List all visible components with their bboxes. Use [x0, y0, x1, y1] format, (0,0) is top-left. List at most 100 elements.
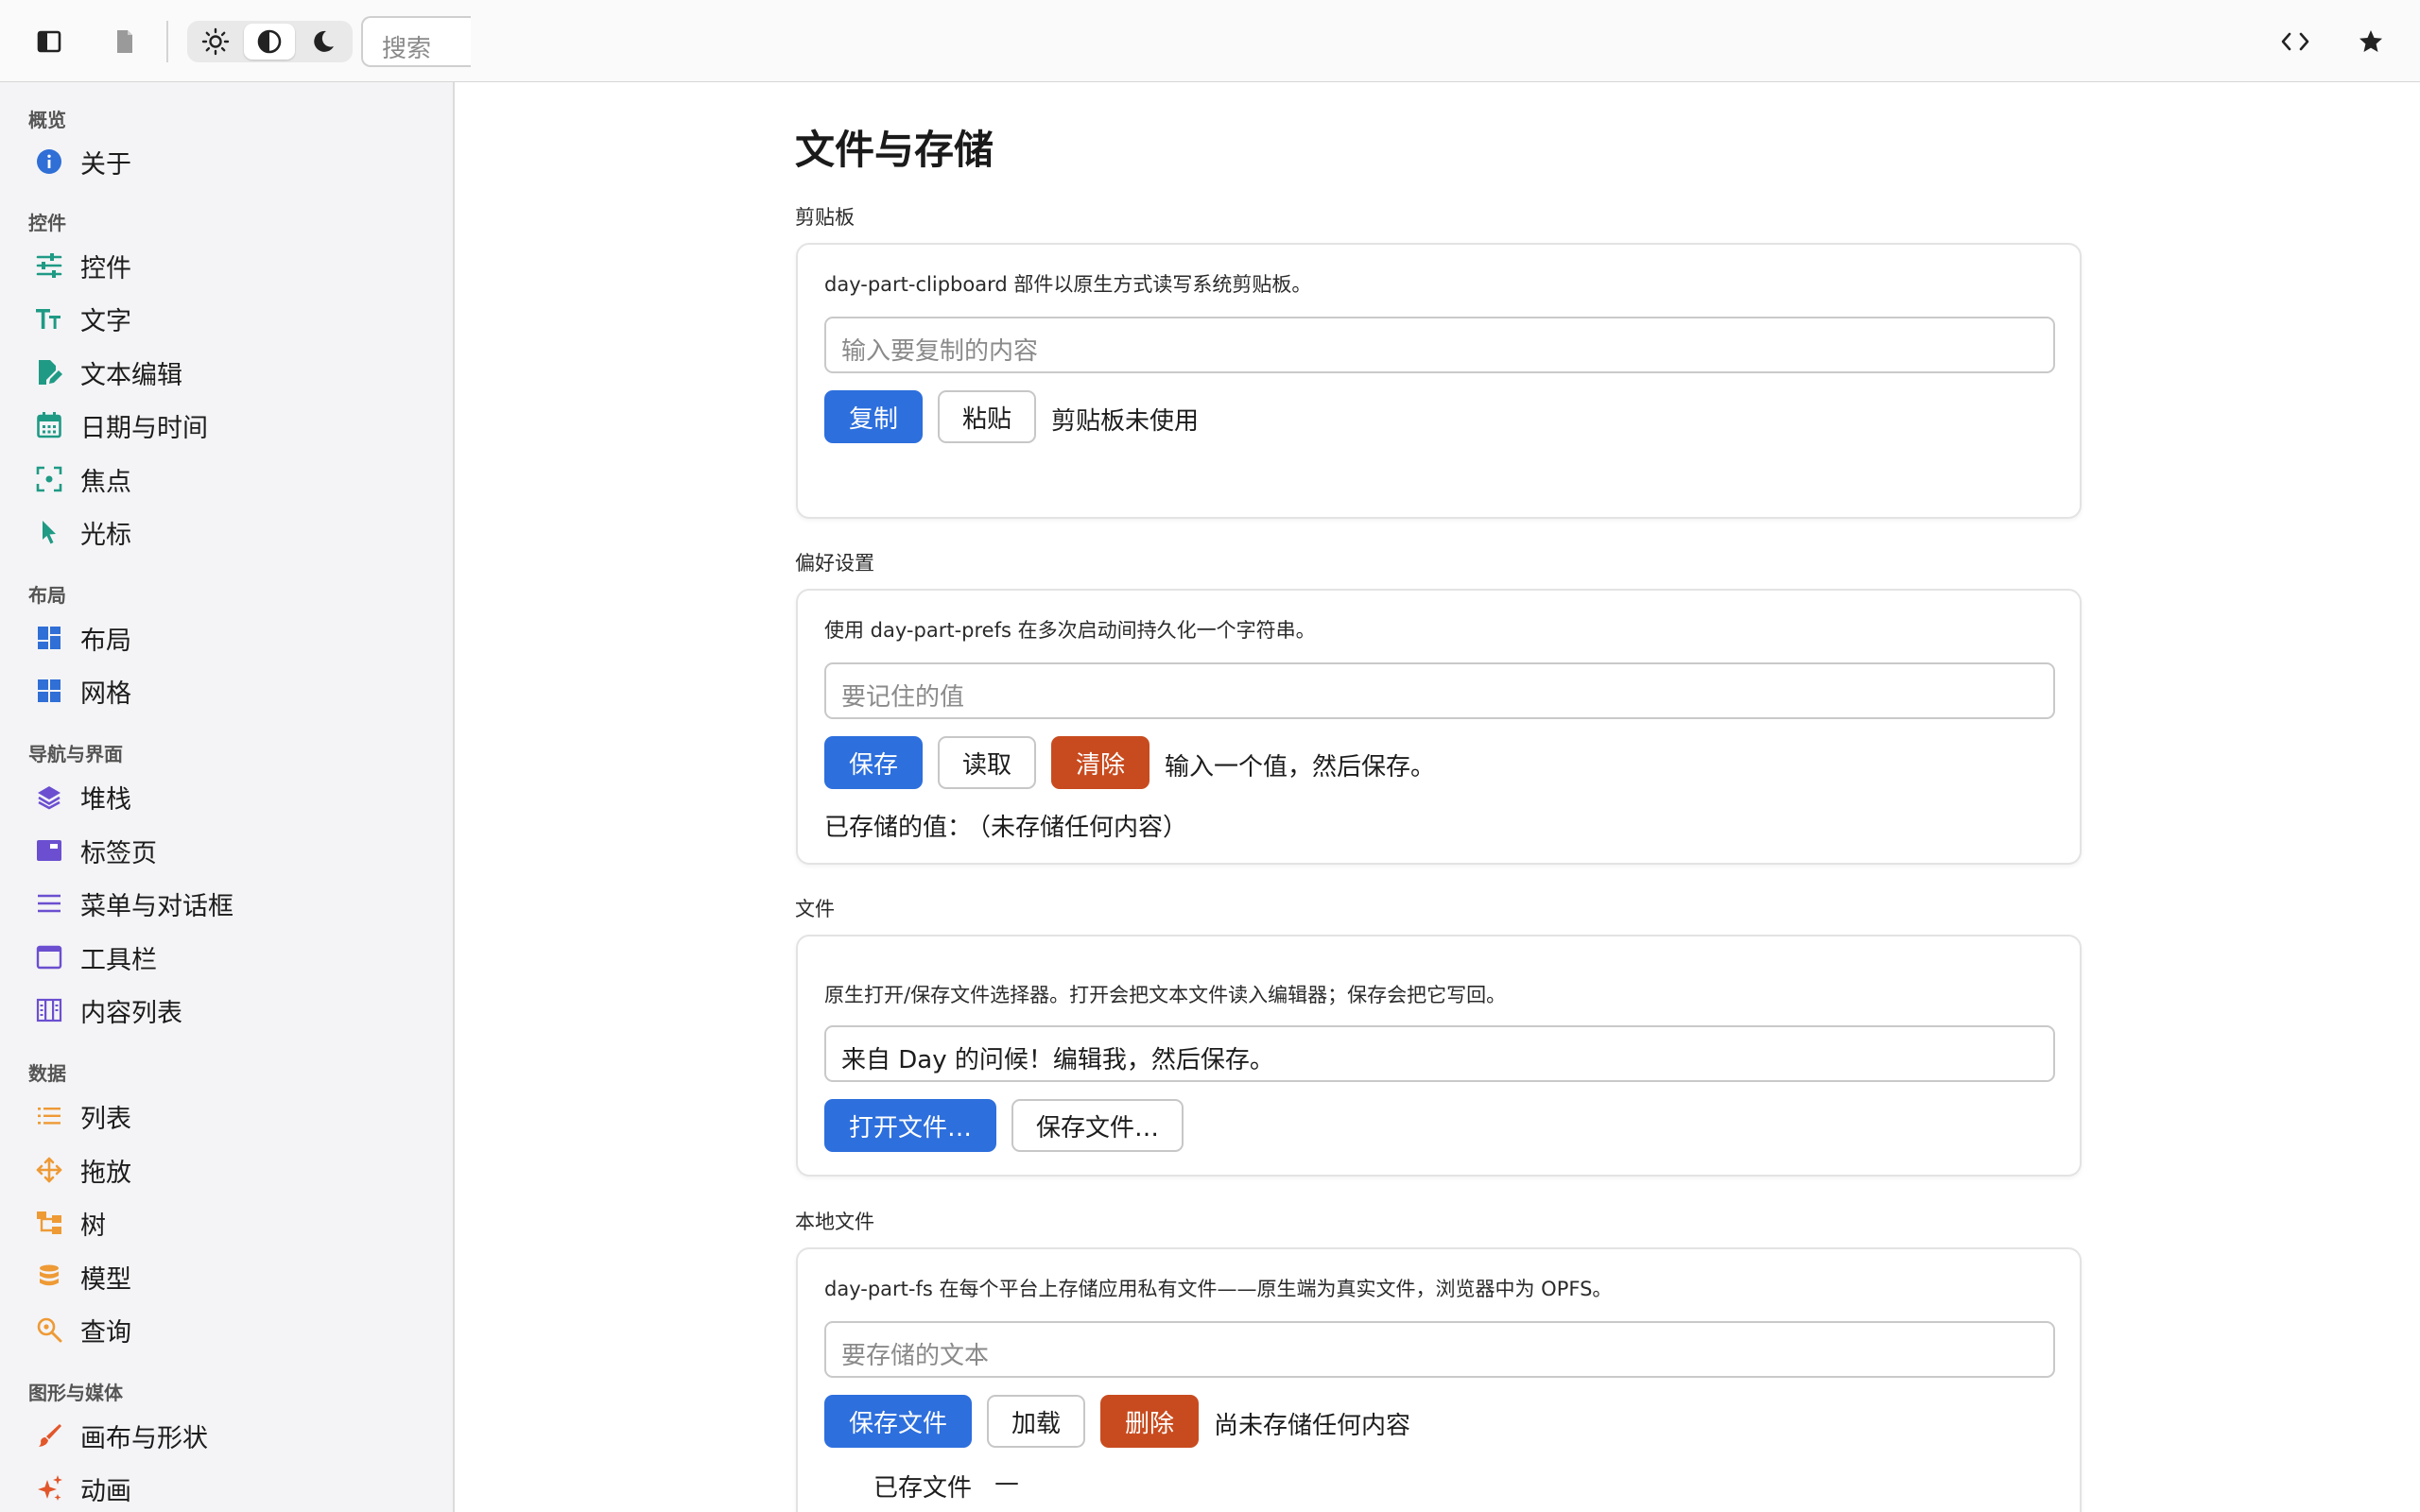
- local-file-input[interactable]: 要存储的文本: [824, 1321, 2055, 1378]
- sidebar-item-label: 模型: [80, 1264, 131, 1295]
- view-source-button[interactable]: [2269, 15, 2322, 68]
- star-icon: [2360, 30, 2382, 52]
- sidebar-item-cursor[interactable]: 光标: [25, 508, 431, 556]
- sidebar-item-text[interactable]: 文字: [25, 295, 431, 342]
- saved-file-label: 已存文件: [873, 1474, 973, 1503]
- light-theme-button[interactable]: [190, 24, 241, 60]
- sidebar-section-navigation: 导航与界面: [28, 743, 123, 765]
- sidebar-item-animation[interactable]: 动画: [25, 1465, 431, 1512]
- prefs-load-button[interactable]: 读取: [938, 736, 1036, 789]
- sidebar-toggle-icon: [37, 30, 61, 53]
- local-files-status: 尚未存储任何内容: [1214, 1412, 1411, 1440]
- menu-icon: [25, 880, 74, 927]
- local-load-button[interactable]: 加载: [987, 1395, 1085, 1448]
- prefs-card: 使用 day-part-prefs 在多次启动间持久化一个字符串。 要记住的值 …: [796, 589, 2082, 865]
- document-button[interactable]: [98, 15, 151, 68]
- sidebar-item-label: 日期与时间: [80, 413, 208, 443]
- toolbar-divider: [166, 21, 168, 62]
- files-card: 原生打开/保存文件选择器。打开会把文本文件读入编辑器；保存会把它写回。 来自 D…: [796, 935, 2082, 1177]
- sidebar-item-label: 标签页: [80, 838, 157, 868]
- info-icon: [25, 138, 74, 185]
- sidebar-item-stack[interactable]: 堆栈: [25, 773, 431, 820]
- sidebar: 概览 关于 控件 控件 文字 文本编辑 日期与时间 焦点 光标 布局 布局 网格…: [0, 82, 455, 1512]
- stored-value-label: 已存储的值：: [824, 814, 973, 842]
- cursor-icon: [25, 508, 74, 556]
- sidebar-item-grid[interactable]: 网格: [25, 667, 431, 714]
- window-icon: [25, 934, 74, 981]
- files-heading: 文件: [795, 898, 835, 920]
- sidebar-item-label: 焦点: [80, 467, 131, 497]
- dashboard-icon: [25, 614, 74, 662]
- sidebar-item-label: 堆栈: [80, 784, 131, 815]
- sidebar-item-label: 列表: [80, 1104, 131, 1134]
- sparkle-icon: [25, 1465, 74, 1512]
- paste-button[interactable]: 粘贴: [938, 390, 1036, 443]
- local-save-button[interactable]: 保存文件: [824, 1395, 972, 1448]
- clipboard-card: day-part-clipboard 部件以原生方式读写系统剪贴板。 输入要复制…: [796, 243, 2082, 519]
- calendar-icon: [25, 402, 74, 449]
- save-file-as-button[interactable]: 保存文件…: [1011, 1099, 1184, 1152]
- copy-button[interactable]: 复制: [824, 390, 923, 443]
- theme-switcher: [187, 21, 353, 62]
- tree-icon: [25, 1199, 74, 1246]
- sidebar-item-tabs[interactable]: 标签页: [25, 827, 431, 874]
- clipboard-input[interactable]: 输入要复制的内容: [824, 317, 2055, 373]
- prefs-clear-button[interactable]: 清除: [1051, 736, 1150, 789]
- tab-icon: [25, 827, 74, 874]
- layers-icon: [25, 773, 74, 820]
- sidebar-section-data: 数据: [28, 1062, 66, 1085]
- sidebar-toggle-button[interactable]: [23, 15, 76, 68]
- sidebar-item-layout[interactable]: 布局: [25, 614, 431, 662]
- sliders-icon: [25, 242, 74, 289]
- sidebar-item-model[interactable]: 模型: [25, 1253, 431, 1300]
- prefs-heading: 偏好设置: [795, 552, 874, 575]
- prefs-description: 使用 day-part-prefs 在多次启动间持久化一个字符串。: [824, 619, 1316, 642]
- sidebar-item-toolbar[interactable]: 工具栏: [25, 934, 431, 981]
- sidebar-item-canvas-shapes[interactable]: 画布与形状: [25, 1412, 431, 1459]
- search-input[interactable]: 搜索: [361, 16, 471, 67]
- sidebar-item-content-list[interactable]: 内容列表: [25, 987, 431, 1034]
- sidebar-item-date-time[interactable]: 日期与时间: [25, 402, 431, 449]
- sidebar-item-label: 树: [80, 1211, 106, 1241]
- auto-theme-button[interactable]: [244, 24, 295, 60]
- local-delete-button[interactable]: 删除: [1100, 1395, 1199, 1448]
- clipboard-description: day-part-clipboard 部件以原生方式读写系统剪贴板。: [824, 273, 1312, 296]
- focus-icon: [25, 455, 74, 503]
- file-content-input[interactable]: 来自 Day 的问候！编辑我，然后保存。: [824, 1025, 2055, 1082]
- view-columns-icon: [25, 987, 74, 1034]
- sidebar-item-label: 文本编辑: [80, 360, 182, 390]
- sidebar-item-label: 光标: [80, 520, 131, 550]
- sun-icon: [201, 27, 230, 56]
- saved-file-value: —: [994, 1469, 1019, 1497]
- prefs-save-button[interactable]: 保存: [824, 736, 923, 789]
- sidebar-item-label: 菜单与对话框: [80, 891, 233, 921]
- page-title: 文件与存储: [795, 127, 994, 173]
- open-file-button[interactable]: 打开文件…: [824, 1099, 996, 1152]
- local-files-description: day-part-fs 在每个平台上存储应用私有文件——原生端为真实文件，浏览器…: [824, 1278, 1613, 1300]
- sidebar-item-label: 网格: [80, 679, 131, 709]
- sidebar-item-label: 控件: [80, 253, 131, 284]
- grid-icon: [25, 667, 74, 714]
- text-size-icon: [25, 295, 74, 342]
- local-files-heading: 本地文件: [795, 1211, 874, 1233]
- sidebar-item-list[interactable]: 列表: [25, 1092, 431, 1140]
- sidebar-item-focus[interactable]: 焦点: [25, 455, 431, 503]
- sidebar-section-layout: 布局: [28, 584, 66, 607]
- clipboard-heading: 剪贴板: [795, 206, 855, 229]
- main-content: 文件与存储 剪贴板 day-part-clipboard 部件以原生方式读写系统…: [457, 82, 2420, 1512]
- sidebar-item-controls[interactable]: 控件: [25, 242, 431, 289]
- favorite-button[interactable]: [2344, 15, 2397, 68]
- sidebar-item-menus-dialogs[interactable]: 菜单与对话框: [25, 880, 431, 927]
- sidebar-item-tree[interactable]: 树: [25, 1199, 431, 1246]
- top-toolbar: 搜索: [0, 0, 2420, 82]
- sidebar-item-about[interactable]: 关于: [25, 138, 431, 185]
- sidebar-item-drag-drop[interactable]: 拖放: [25, 1146, 431, 1194]
- sidebar-item-query[interactable]: 查询: [25, 1306, 431, 1353]
- dark-theme-button[interactable]: [298, 24, 349, 60]
- prefs-input[interactable]: 要记住的值: [824, 662, 2055, 719]
- files-description: 原生打开/保存文件选择器。打开会把文本文件读入编辑器；保存会把它写回。: [824, 984, 1507, 1006]
- sidebar-item-text-editing[interactable]: 文本编辑: [25, 349, 431, 396]
- sidebar-item-label: 拖放: [80, 1158, 131, 1188]
- code-icon: [2281, 32, 2309, 51]
- sidebar-section-overview: 概览: [28, 109, 66, 131]
